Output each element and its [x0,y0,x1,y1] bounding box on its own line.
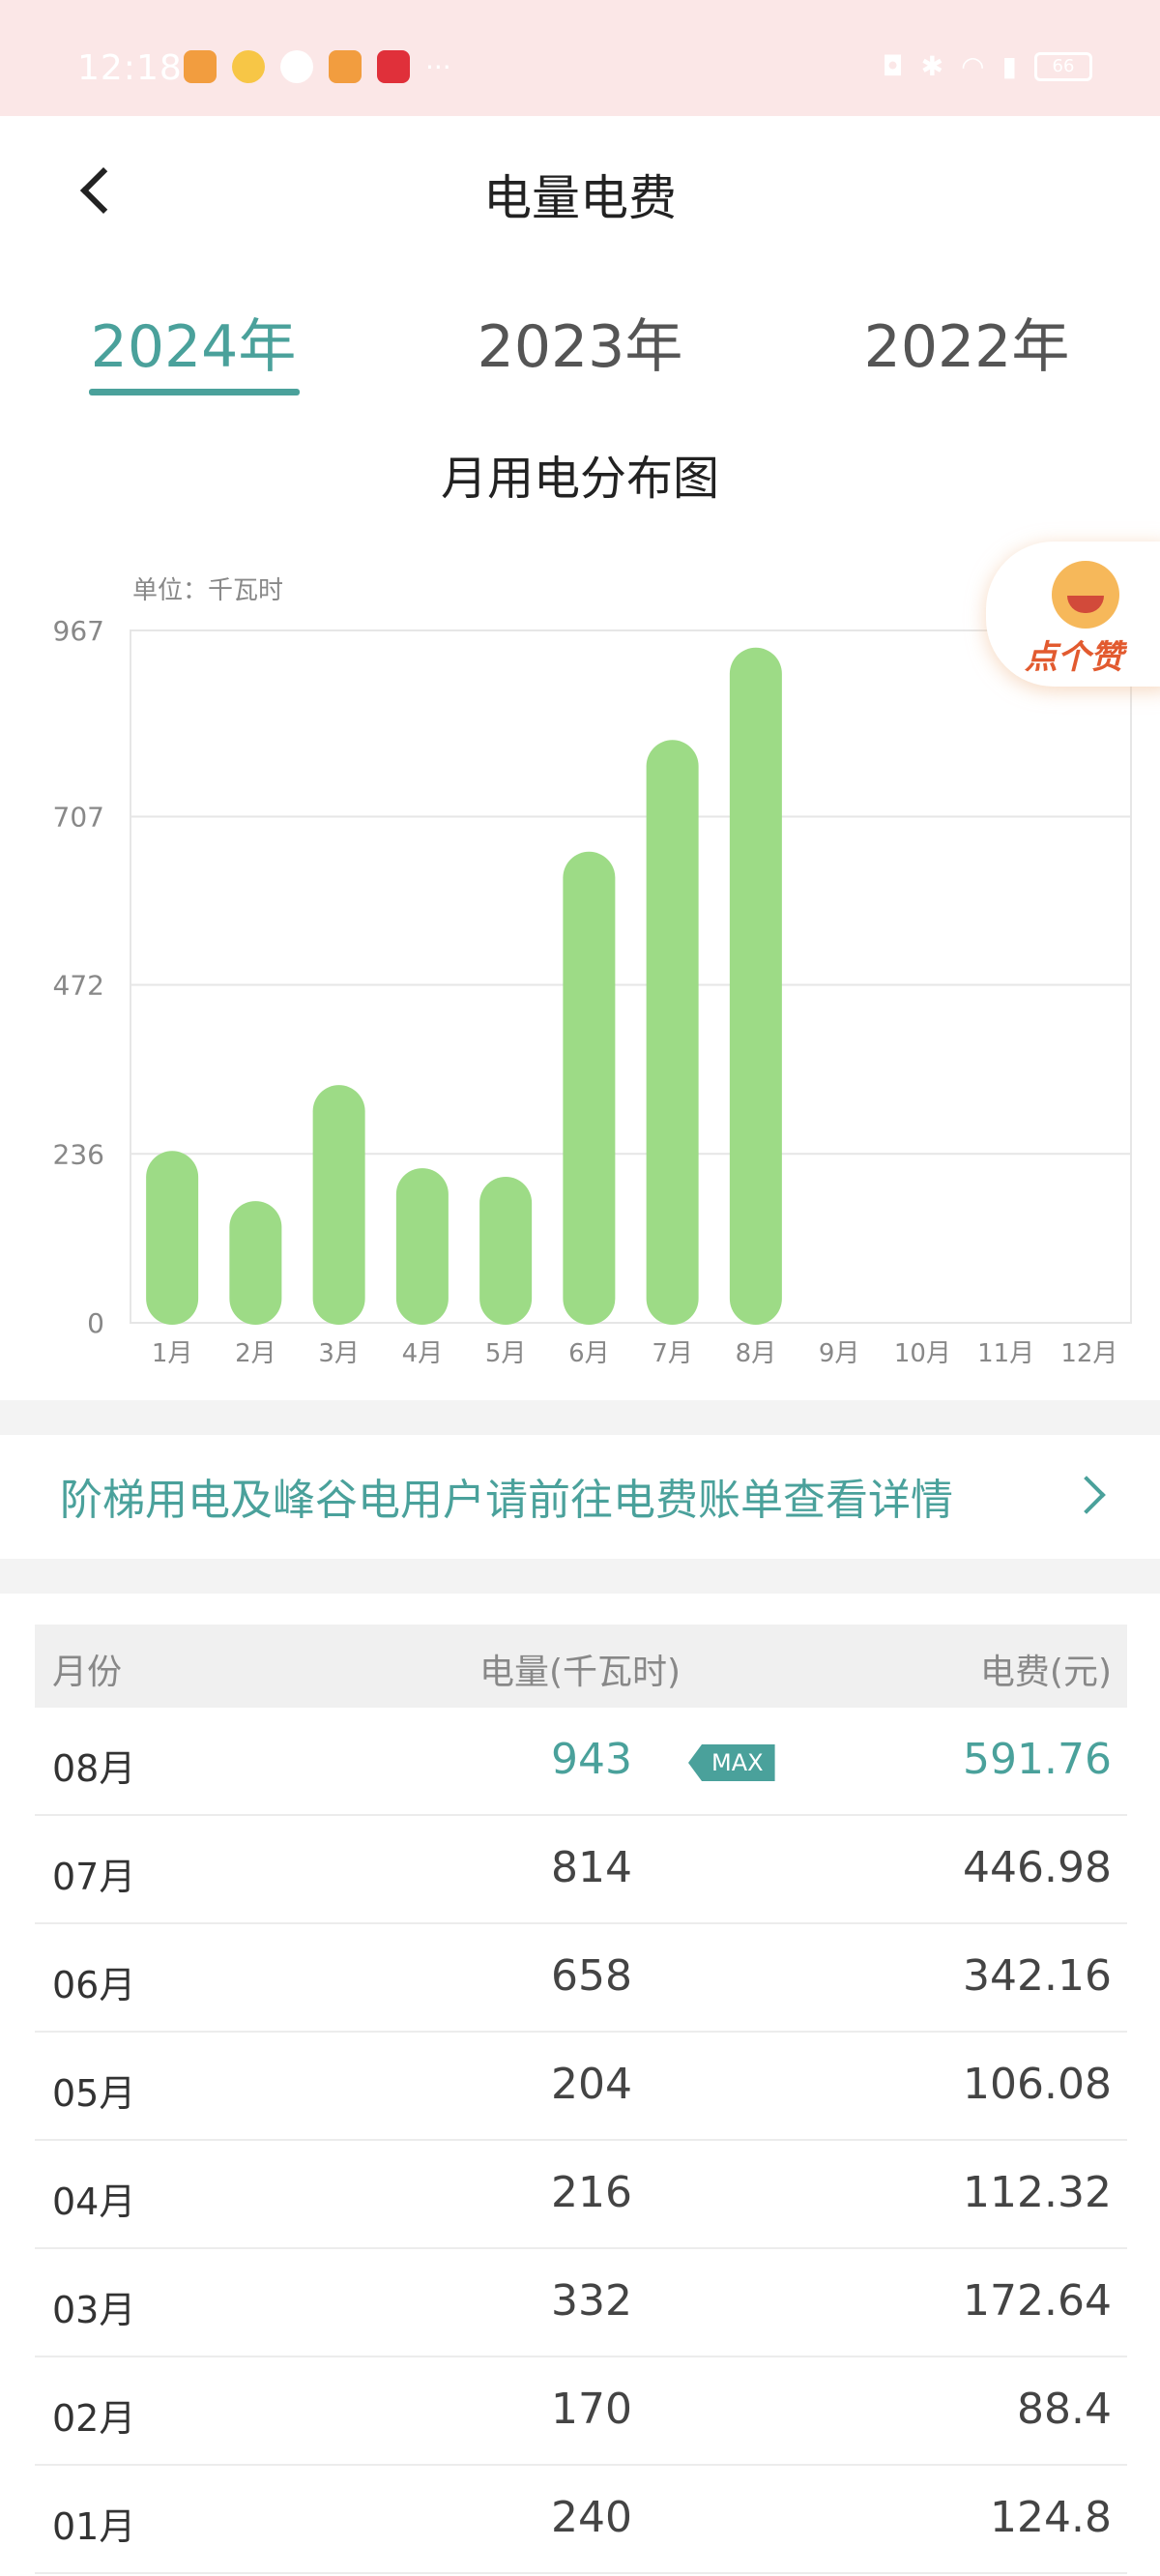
row-month: 07月 [52,1856,136,1898]
table-row: 08月 943 MAX 591.76 [35,1708,1127,1816]
row-month: 03月 [52,2289,136,2331]
row-fee: 172.64 [963,2276,1112,2326]
notification-icons: ··· [184,50,451,83]
more-dots-icon: ··· [425,50,451,83]
x-tick-label: 11月 [977,1339,1034,1368]
x-tick-label: 8月 [736,1339,777,1368]
row-fee: 112.32 [963,2168,1112,2217]
row-month: 01月 [52,2505,136,2548]
bar-2 [229,1201,282,1325]
x-tick-label: 4月 [402,1339,444,1368]
active-tab-indicator [89,389,300,395]
bar-3 [312,1085,365,1325]
bar-1 [146,1151,199,1325]
row-kwh: 814 [551,1843,632,1892]
x-tick-label: 10月 [894,1339,951,1368]
row-month: 04月 [52,2181,136,2223]
bar-6 [563,851,616,1325]
y-tick-label: 967 [53,615,104,647]
status-time: 12:18 [77,48,183,88]
row-kwh: 216 [551,2168,632,2217]
table-row: 03月 332 172.64 [35,2249,1127,2357]
row-kwh: 240 [551,2493,632,2542]
x-tick-label: 3月 [318,1339,360,1368]
app-notification-icon [329,50,362,83]
bill-notice-text: 阶梯用电及峰谷电用户请前往电费账单查看详情 [60,1476,953,1525]
row-kwh: 170 [551,2385,632,2434]
signal-icon: ▮ [1001,50,1017,82]
row-fee: 591.76 [963,1735,1112,1784]
bar-4 [395,1168,449,1325]
header-kwh: 电量(千瓦时) [479,1653,682,1692]
x-tick-label: 7月 [652,1339,693,1368]
row-fee: 342.16 [963,1951,1112,2001]
row-month: 08月 [52,1747,136,1790]
row-kwh: 943 [551,1735,632,1784]
chart-frame [130,629,1132,1324]
row-fee: 106.08 [963,2060,1112,2109]
nfc-icon: ◘ [882,50,904,82]
row-kwh: 332 [551,2276,632,2326]
weibo-icon [232,50,265,83]
y-tick-label: 0 [87,1307,104,1339]
max-badge: MAX [688,1744,775,1781]
x-tick-label: 1月 [152,1339,193,1368]
row-kwh: 204 [551,2060,632,2109]
app-notification-icon [377,50,410,83]
monthly-usage-chart: 0 236 472 707 967 1月 2月 3月 4月 5月 6月 7月 8月 9月 10月 11月 12月 [53,615,1132,1368]
wifi-icon: ◠ [961,50,985,82]
y-tick-label: 707 [53,802,104,834]
y-tick-label: 236 [53,1138,104,1170]
x-tick-label: 12月 [1060,1339,1117,1368]
row-month: 06月 [52,1964,136,2006]
row-month: 05月 [52,2072,136,2115]
smile-face-icon [1052,561,1119,629]
x-tick-label: 6月 [568,1339,610,1368]
bar-7 [646,740,699,1325]
message-icon [280,50,313,83]
bar-5 [479,1176,533,1325]
tab-2022[interactable]: 2022年 [851,300,1083,384]
tab-2024[interactable]: 2024年 [77,300,309,384]
section-divider [0,1559,1160,1594]
like-label: 点个赞 [1025,638,1123,677]
x-tick-label: 5月 [485,1339,527,1368]
usage-table: 月份 电量(千瓦时) 电费(元) 08月 943 MAX 591.76 07月 814 44… [35,1625,1127,2574]
x-tick-label: 2月 [235,1339,276,1368]
table-row: 04月 216 112.32 [35,2141,1127,2249]
table-row: 05月 204 106.08 [35,2033,1127,2141]
row-kwh: 658 [551,1951,632,2001]
x-tick-label: 9月 [819,1339,860,1368]
y-tick-label: 472 [53,970,104,1002]
page-title: 电量电费 [483,170,677,226]
row-month: 02月 [52,2397,136,2440]
bar-8 [729,647,782,1325]
row-fee: 446.98 [963,1843,1112,1892]
app-notification-icon [184,50,217,83]
status-bar: 12:18 ··· ◘ ✱ ◠ ▮ 66 [0,0,1160,116]
table-row: 02月 170 88.4 [35,2357,1127,2466]
battery-icon: 66 [1034,51,1092,81]
header-fee: 电费(元) [979,1653,1112,1692]
chart-title: 月用电分布图 [440,452,719,506]
section-divider [0,1400,1160,1435]
like-button[interactable]: 点个赞 [986,542,1160,687]
system-icons: ◘ ✱ ◠ ▮ 66 [883,50,1092,82]
header-month: 月份 [52,1653,123,1692]
row-fee: 124.8 [990,2493,1112,2542]
table-header: 月份 电量(千瓦时) 电费(元) [35,1625,1127,1708]
table-row: 01月 240 124.8 [35,2466,1127,2574]
row-fee: 88.4 [1017,2385,1112,2434]
bluetooth-icon: ✱ [920,50,944,82]
table-row: 06月 658 342.16 [35,1924,1127,2033]
tab-2023[interactable]: 2023年 [464,300,696,384]
table-row: 07月 814 446.98 [35,1816,1127,1924]
